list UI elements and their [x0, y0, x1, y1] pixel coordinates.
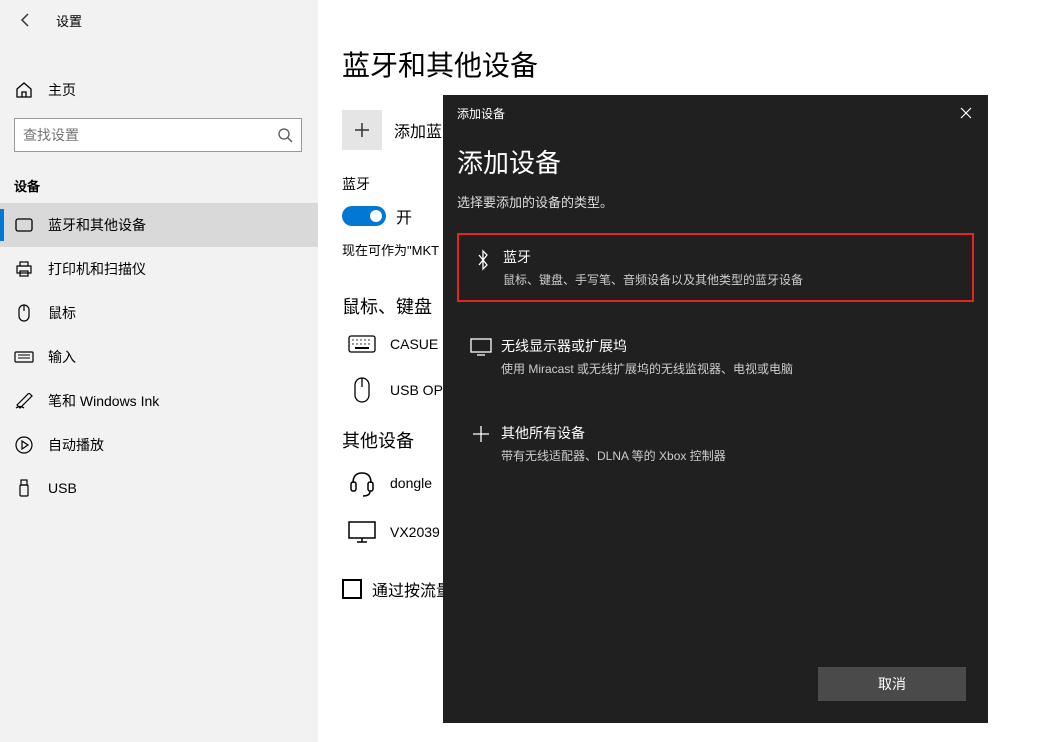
printer-icon — [14, 261, 34, 277]
nav-autoplay[interactable]: 自动播放 — [0, 423, 318, 467]
close-button[interactable] — [954, 101, 978, 125]
option-wireless-display[interactable]: 无线显示器或扩展坞 使用 Miracast 或无线扩展坞的无线监视器、电视或电脑 — [457, 324, 974, 389]
search-icon — [277, 127, 293, 143]
plus-icon — [353, 121, 371, 139]
sidebar-header: 设置 — [0, 0, 318, 42]
settings-title: 设置 — [56, 11, 82, 30]
nav-pen[interactable]: 笔和 Windows Ink — [0, 379, 318, 423]
monitor-icon — [467, 336, 495, 377]
home-icon — [14, 81, 34, 99]
option-text: 其他所有设备 带有无线适配器、DLNA 等的 Xbox 控制器 — [501, 423, 964, 464]
option-desc: 带有无线适配器、DLNA 等的 Xbox 控制器 — [501, 447, 964, 464]
keyboard-icon — [342, 335, 382, 353]
close-icon — [960, 107, 972, 119]
nav-usb[interactable]: USB — [0, 467, 318, 509]
option-title: 其他所有设备 — [501, 423, 964, 443]
option-text: 蓝牙 鼠标、键盘、手写笔、音频设备以及其他类型的蓝牙设备 — [503, 247, 962, 288]
option-desc: 使用 Miracast 或无线扩展坞的无线监视器、电视或电脑 — [501, 360, 964, 377]
modal-header-title: 添加设备 — [457, 105, 505, 122]
bluetooth-icon — [469, 247, 497, 288]
headset-icon — [342, 469, 382, 497]
modal-header: 添加设备 — [443, 95, 988, 131]
home-row[interactable]: 主页 — [0, 70, 318, 110]
autoplay-icon — [14, 436, 34, 454]
monitor-icon — [342, 521, 382, 543]
option-text: 无线显示器或扩展坞 使用 Miracast 或无线扩展坞的无线监视器、电视或电脑 — [501, 336, 964, 377]
nav-label: 蓝牙和其他设备 — [48, 215, 146, 235]
keyboard-icon — [14, 351, 34, 363]
nav-input[interactable]: 输入 — [0, 335, 318, 379]
add-button[interactable] — [342, 110, 382, 150]
option-title: 蓝牙 — [503, 247, 962, 267]
section-devices-label: 设备 — [0, 152, 318, 203]
search-input[interactable] — [23, 127, 277, 143]
usb-icon — [14, 479, 34, 497]
back-button[interactable] — [14, 8, 38, 32]
toggle-label: 开 — [396, 204, 412, 228]
sidebar: 设置 主页 设备 蓝牙和其他设备 打印机和扫描仪 鼠标 — [0, 0, 318, 742]
nav-label: USB — [48, 480, 77, 496]
search-box[interactable] — [14, 118, 302, 152]
nav-printers[interactable]: 打印机和扫描仪 — [0, 247, 318, 291]
bluetooth-toggle[interactable] — [342, 206, 386, 226]
cancel-button[interactable]: 取消 — [818, 667, 966, 701]
option-desc: 鼠标、键盘、手写笔、音频设备以及其他类型的蓝牙设备 — [503, 271, 962, 288]
mouse-icon — [342, 377, 382, 403]
metered-checkbox[interactable] — [342, 579, 362, 599]
rectangle-icon — [14, 218, 34, 232]
search-row — [0, 110, 318, 152]
nav-label: 笔和 Windows Ink — [48, 391, 159, 411]
metered-label: 通过按流量 — [372, 577, 452, 601]
modal-subtitle: 选择要添加的设备的类型。 — [457, 192, 974, 211]
option-title: 无线显示器或扩展坞 — [501, 336, 964, 356]
nav-label: 自动播放 — [48, 435, 104, 455]
add-device-modal: 添加设备 添加设备 选择要添加的设备的类型。 蓝牙 鼠标、键盘、手写笔、音频设备… — [443, 95, 988, 723]
arrow-left-icon — [18, 12, 34, 28]
option-everything-else[interactable]: 其他所有设备 带有无线适配器、DLNA 等的 Xbox 控制器 — [457, 411, 974, 476]
nav-mouse[interactable]: 鼠标 — [0, 291, 318, 335]
plus-icon — [467, 423, 495, 464]
modal-title: 添加设备 — [457, 143, 974, 180]
device-name: dongle — [390, 475, 432, 491]
home-label: 主页 — [48, 80, 76, 100]
modal-body: 添加设备 选择要添加的设备的类型。 蓝牙 鼠标、键盘、手写笔、音频设备以及其他类… — [443, 131, 988, 476]
nav-label: 鼠标 — [48, 303, 76, 323]
pen-icon — [14, 393, 34, 409]
nav-bluetooth[interactable]: 蓝牙和其他设备 — [0, 203, 318, 247]
mouse-icon — [14, 304, 34, 322]
page-title: 蓝牙和其他设备 — [342, 44, 1022, 84]
option-bluetooth[interactable]: 蓝牙 鼠标、键盘、手写笔、音频设备以及其他类型的蓝牙设备 — [457, 233, 974, 302]
modal-footer: 取消 — [818, 667, 966, 701]
nav-label: 输入 — [48, 347, 76, 367]
nav-label: 打印机和扫描仪 — [48, 259, 146, 279]
